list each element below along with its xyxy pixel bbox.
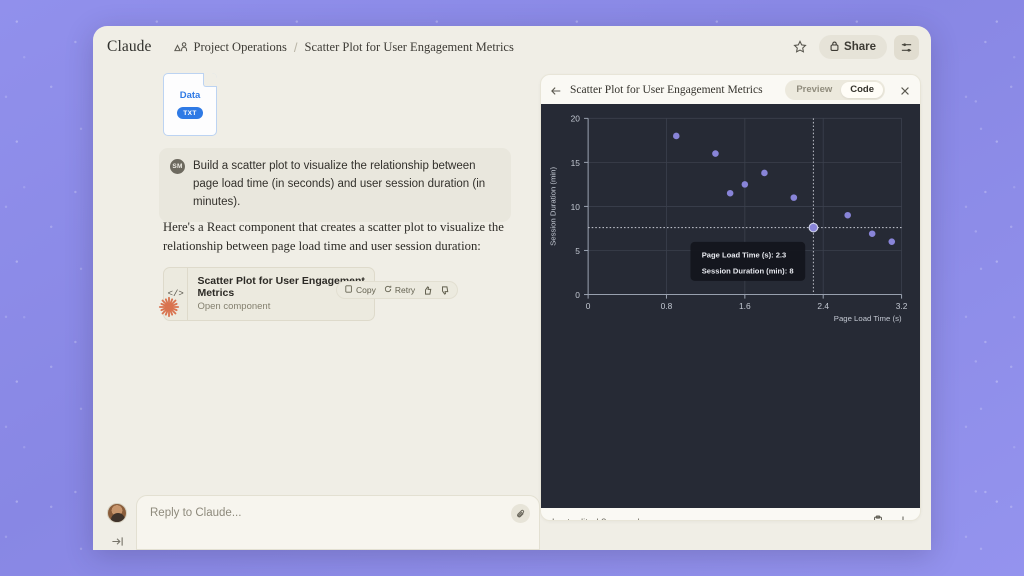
- retry-button[interactable]: Retry: [384, 285, 415, 295]
- reply-input-placeholder[interactable]: Reply to Claude...: [150, 507, 526, 519]
- artifact-panel: Scatter Plot for User Engagement Metrics…: [540, 74, 921, 521]
- artifact-card-subtitle: Open component: [197, 301, 271, 313]
- project-users-icon: [173, 41, 188, 54]
- user-message: SM Build a scatter plot to visualize the…: [159, 148, 511, 223]
- view-mode-toggle: Preview Code: [785, 79, 885, 100]
- svg-text:1.6: 1.6: [739, 301, 751, 311]
- copy-button-label: Copy: [356, 285, 376, 295]
- svg-text:20: 20: [571, 114, 581, 124]
- scatter-point[interactable]: [844, 211, 851, 219]
- claude-app-window: Claude Project Operations / Scatter Plot…: [93, 26, 931, 550]
- top-bar-actions: Share: [788, 34, 919, 60]
- user-message-text: Build a scatter plot to visualize the re…: [193, 160, 486, 208]
- assistant-message: Here's a React component that creates a …: [163, 218, 508, 322]
- copy-button[interactable]: Copy: [345, 285, 376, 295]
- svg-text:10: 10: [571, 202, 581, 212]
- message-actions-toolbar: Copy Retry: [336, 281, 459, 299]
- artifact-panel-footer: Last edited 2 seconds ago: [541, 508, 920, 520]
- attachment-card[interactable]: Data TXT: [163, 73, 217, 136]
- claude-starburst-icon: [158, 296, 180, 318]
- share-button-label: Share: [844, 41, 876, 53]
- svg-text:5: 5: [575, 246, 580, 256]
- share-button[interactable]: Share: [819, 35, 887, 59]
- scatter-point[interactable]: [741, 181, 749, 188]
- avatar[interactable]: [107, 503, 127, 523]
- star-icon[interactable]: [788, 35, 812, 59]
- copy-icon: [345, 285, 353, 295]
- attachment-name: Data: [179, 90, 201, 101]
- tab-code[interactable]: Code: [841, 81, 883, 98]
- svg-text:Page Load Time (s): 2.3: Page Load Time (s): 2.3: [702, 250, 787, 259]
- reply-composer[interactable]: Reply to Claude...: [136, 495, 540, 550]
- close-icon[interactable]: [899, 84, 911, 96]
- tab-preview[interactable]: Preview: [787, 82, 841, 98]
- svg-text:15: 15: [571, 158, 581, 168]
- refresh-icon: [384, 285, 392, 295]
- lock-icon: [830, 41, 839, 54]
- chart-tooltip: Page Load Time (s): 2.3 Session Duration …: [690, 241, 806, 281]
- breadcrumb-current-title: Scatter Plot for User Engagement Metrics: [304, 39, 514, 54]
- download-icon[interactable]: [897, 514, 909, 520]
- svg-text:Session Duration (min): Session Duration (min): [548, 167, 557, 246]
- scatter-chart-svg: 0 5 10 15 20 0 0.8 1.6 2.4 3.2 Session Duration (m…: [548, 114, 908, 323]
- user-avatar-initials: SM: [170, 159, 185, 174]
- breadcrumb-separator: /: [293, 39, 298, 55]
- artifact-pane: Scatter Plot for User Engagement Metrics…: [540, 68, 931, 550]
- svg-text:0: 0: [586, 301, 591, 311]
- claude-brand-logo[interactable]: Claude: [107, 38, 152, 56]
- clipboard-icon[interactable]: [872, 514, 884, 520]
- svg-text:3.2: 3.2: [896, 301, 908, 311]
- breadcrumb-project-link[interactable]: Project Operations: [194, 40, 287, 55]
- scatter-point[interactable]: [790, 194, 798, 201]
- svg-text:Session Duration (min): 8: Session Duration (min): 8: [702, 267, 794, 276]
- attachment-type-badge: TXT: [177, 107, 203, 119]
- breadcrumb: Project Operations / Scatter Plot for Us…: [173, 39, 514, 55]
- svg-text:0: 0: [575, 290, 580, 300]
- svg-text:Page Load Time (s): Page Load Time (s): [834, 314, 902, 323]
- artifact-panel-title: Scatter Plot for User Engagement Metrics: [570, 83, 763, 96]
- scatter-point[interactable]: [868, 230, 876, 238]
- thumbs-up-icon[interactable]: [423, 285, 432, 295]
- conversation-pane: Data TXT SM Build a scatter plot to visu…: [93, 68, 540, 550]
- assistant-message-text: Here's a React component that creates a …: [163, 220, 504, 254]
- app-top-bar: Claude Project Operations / Scatter Plot…: [93, 26, 931, 68]
- composer-row: Reply to Claude...: [101, 495, 540, 550]
- scatter-chart: 0 5 10 15 20 0 0.8 1.6 2.4 3.2 Session Duration (m…: [541, 104, 920, 509]
- svg-text:0.8: 0.8: [661, 301, 673, 311]
- paperclip-icon[interactable]: [511, 504, 530, 523]
- scatter-point[interactable]: [808, 222, 819, 233]
- svg-text:2.4: 2.4: [817, 301, 829, 311]
- retry-button-label: Retry: [394, 285, 416, 295]
- thumbs-down-icon[interactable]: [440, 285, 449, 295]
- app-content: Data TXT SM Build a scatter plot to visu…: [93, 68, 931, 550]
- artifact-panel-header: Scatter Plot for User Engagement Metrics…: [541, 75, 920, 104]
- sliders-icon[interactable]: [894, 34, 919, 60]
- last-edited-status: Last edited 2 seconds ago: [552, 517, 663, 520]
- scatter-point[interactable]: [726, 189, 734, 197]
- back-arrow-icon[interactable]: [550, 84, 562, 96]
- artifact-footer-actions: [872, 514, 909, 520]
- scatter-point[interactable]: [761, 169, 768, 177]
- scatter-point[interactable]: [672, 132, 680, 140]
- scatter-point[interactable]: [888, 238, 896, 245]
- scatter-point[interactable]: [712, 150, 719, 157]
- expand-sidebar-icon[interactable]: [111, 535, 124, 548]
